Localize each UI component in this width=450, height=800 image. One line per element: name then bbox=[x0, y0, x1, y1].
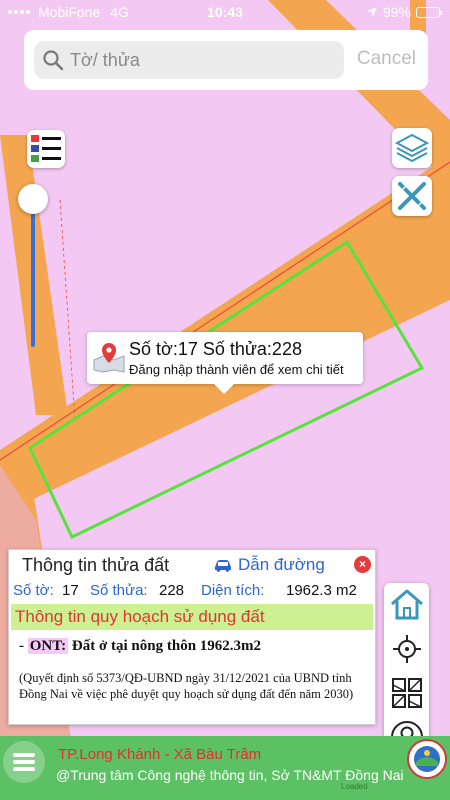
department-logo-icon bbox=[407, 739, 447, 779]
location-arrow-icon bbox=[366, 7, 377, 17]
home-button[interactable] bbox=[387, 585, 426, 624]
parcel-info-panel: Thông tin thửa đất Dẫn đường × Số tờ: 17… bbox=[8, 549, 376, 725]
battery-icon bbox=[416, 6, 442, 18]
info-panel-header: Thông tin thửa đất Dẫn đường × bbox=[9, 550, 375, 580]
cancel-button[interactable]: Cancel bbox=[357, 48, 416, 70]
layers-icon bbox=[394, 133, 430, 163]
land-use-description: Đất ở tại nông thôn 1962.3m2 bbox=[71, 638, 262, 654]
parcel-label: Số thửa: bbox=[90, 582, 148, 599]
sheet-value: 17 bbox=[62, 582, 79, 599]
measure-tool-button[interactable] bbox=[392, 176, 432, 216]
sheet-label: Số tờ: bbox=[13, 582, 54, 599]
legend-button[interactable] bbox=[27, 130, 65, 168]
parcel-value: 228 bbox=[159, 582, 185, 599]
battery-percent: 99% bbox=[382, 4, 411, 20]
hamburger-menu-icon bbox=[13, 753, 35, 771]
info-panel-title: Thông tin thửa đất bbox=[22, 555, 170, 575]
slider-handle[interactable] bbox=[18, 184, 48, 214]
layers-button[interactable] bbox=[392, 128, 432, 168]
crosshair-icon bbox=[392, 634, 421, 663]
close-icon[interactable]: × bbox=[354, 556, 371, 573]
area-label: Diện tích: bbox=[201, 582, 265, 599]
parcel-callout[interactable]: Số tờ:17 Số thửa:228 Đăng nhập thành viê… bbox=[87, 332, 363, 394]
search-box[interactable] bbox=[34, 41, 344, 79]
search-panel: Cancel bbox=[24, 30, 428, 90]
search-icon bbox=[43, 50, 64, 71]
parcel-grid-button[interactable] bbox=[387, 673, 426, 712]
callout-subtitle: Đăng nhập thành viên để xem chi tiết bbox=[129, 362, 344, 377]
map-pin-icon bbox=[93, 343, 125, 373]
bottom-bar: TP.Long Khánh - Xã Bàu Trâm @Trung tâm C… bbox=[0, 736, 450, 800]
menu-button[interactable] bbox=[3, 741, 45, 783]
directions-label: Dẫn đường bbox=[238, 555, 325, 574]
parcel-grid-icon bbox=[391, 677, 422, 708]
credit-text: @Trung tâm Công nghệ thông tin, Sở TN&MT… bbox=[56, 767, 404, 783]
land-use-line: - ONT: Đất ở tại nông thôn 1962.3m2 bbox=[19, 638, 261, 655]
tool-column bbox=[384, 583, 429, 761]
land-use-prefix: - bbox=[19, 638, 28, 654]
home-icon bbox=[390, 589, 423, 619]
locate-me-button[interactable] bbox=[387, 629, 426, 668]
area-value: 1962.3 m2 bbox=[286, 582, 357, 599]
planning-heading: Thông tin quy hoạch sử dụng đất bbox=[11, 604, 373, 630]
measure-cross-icon bbox=[398, 182, 426, 210]
current-location-label: TP.Long Khánh - Xã Bàu Trâm bbox=[58, 746, 262, 763]
car-icon bbox=[215, 559, 231, 572]
land-use-code: ONT: bbox=[27, 638, 69, 654]
status-right: 99% bbox=[366, 4, 442, 20]
status-bar: MobiFone 4G 10:43 99% bbox=[0, 0, 450, 24]
callout-title: Số tờ:17 Số thửa:228 bbox=[129, 339, 302, 359]
planning-decision-note: (Quyết định số 5373/QĐ-UBND ngày 31/12/2… bbox=[19, 671, 354, 701]
legend-list-icon bbox=[31, 135, 61, 162]
search-input[interactable] bbox=[70, 49, 330, 71]
layer-opacity-slider[interactable] bbox=[17, 183, 49, 353]
loaded-status: Loaded bbox=[341, 782, 368, 791]
slider-track[interactable] bbox=[31, 197, 35, 347]
directions-button[interactable]: Dẫn đường bbox=[213, 555, 325, 575]
